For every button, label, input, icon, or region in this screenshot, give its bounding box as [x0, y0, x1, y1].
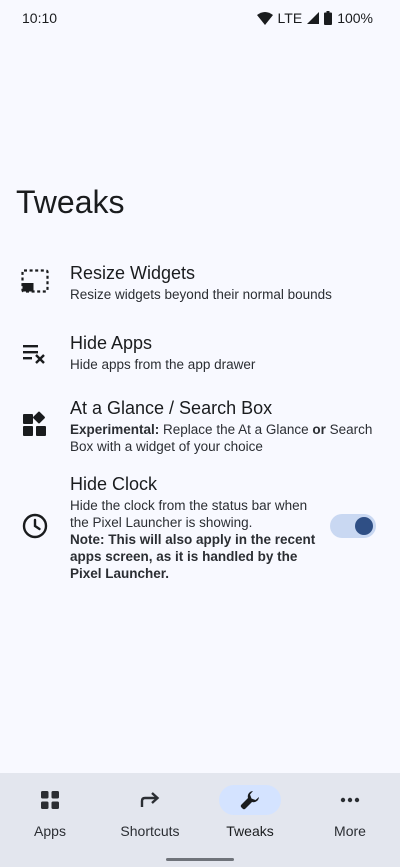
page-title: Tweaks [16, 184, 125, 220]
toggle-thumb [355, 517, 373, 535]
apps-grid-icon [19, 785, 81, 815]
item-note: Note: This will also apply in the recent… [70, 532, 316, 581]
nav-item-tweaks[interactable]: Tweaks [200, 785, 300, 847]
list-item-hide-clock[interactable]: Hide Clock Hide the clock from the statu… [0, 473, 400, 585]
battery-icon [324, 11, 333, 25]
list-item-resize-widgets[interactable]: Resize Widgets Resize widgets beyond the… [0, 262, 400, 316]
more-dots-icon [319, 785, 381, 815]
or-label: or [312, 422, 326, 437]
item-text: Hide Apps Hide apps from the app drawer [70, 332, 384, 373]
wifi-icon [256, 11, 273, 25]
nav-item-apps[interactable]: Apps [0, 785, 100, 847]
item-description: Hide the clock from the status bar when … [70, 498, 308, 530]
list-item-hide-apps[interactable]: Hide Apps Hide apps from the app drawer [0, 332, 400, 386]
resize-widgets-icon [20, 266, 50, 296]
item-description: Experimental: Replace the At a Glance or… [70, 421, 384, 455]
item-title: Hide Apps [70, 333, 153, 353]
hide-apps-icon [20, 338, 50, 368]
nav-label-shortcuts: Shortcuts [120, 823, 180, 839]
nav-item-more[interactable]: More [300, 785, 400, 847]
nav-label-apps: Apps [34, 823, 66, 839]
screen: 10:10 LTE 100% Tweaks Resize Widgets Res… [0, 0, 400, 867]
signal-icon [307, 12, 320, 24]
bottom-navigation: Apps Shortcuts Tweaks More [0, 773, 400, 867]
status-time: 10:10 [22, 10, 58, 26]
clock-icon [20, 511, 50, 541]
nav-item-shortcuts[interactable]: Shortcuts [100, 785, 200, 847]
item-description: Resize widgets beyond their normal bound… [70, 287, 332, 302]
item-text: Resize Widgets Resize widgets beyond the… [70, 262, 384, 303]
network-label: LTE [277, 10, 303, 26]
item-title: Resize Widgets [70, 263, 196, 283]
battery-label: 100% [337, 10, 373, 26]
item-title: At a Glance / Search Box [70, 398, 273, 418]
experimental-label: Experimental: [70, 422, 160, 437]
widgets-icon [20, 409, 50, 439]
item-text: Hide Clock Hide the clock from the statu… [70, 473, 320, 582]
status-icons: LTE 100% [256, 10, 373, 26]
desc-text-1: Replace the At a Glance [159, 422, 313, 437]
item-description: Hide apps from the app drawer [70, 357, 256, 372]
list-item-at-a-glance[interactable]: At a Glance / Search Box Experimental: R… [0, 397, 400, 459]
hide-clock-toggle[interactable] [330, 514, 376, 538]
nav-label-more: More [334, 823, 366, 839]
nav-label-tweaks: Tweaks [226, 823, 274, 839]
item-text: At a Glance / Search Box Experimental: R… [70, 397, 384, 455]
wrench-icon [219, 785, 281, 815]
item-title: Hide Clock [70, 474, 158, 494]
gesture-handle[interactable] [166, 858, 234, 861]
shortcut-arrow-icon [119, 785, 181, 815]
status-bar: 10:10 LTE 100% [0, 0, 400, 36]
